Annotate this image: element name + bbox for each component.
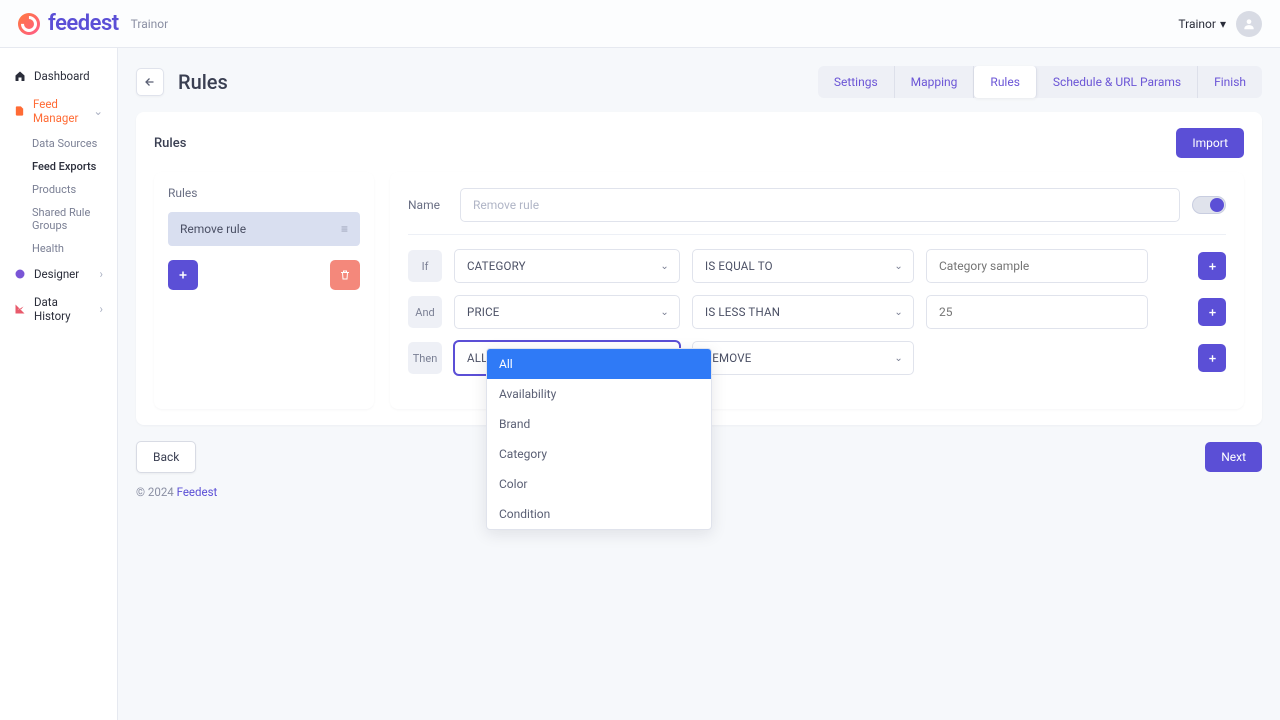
dropdown-option[interactable]: Category <box>487 439 711 469</box>
topbar: feedest Trainor Trainor ▾ <box>0 0 1280 48</box>
name-label: Name <box>408 198 448 212</box>
chevron-down-icon: ⌄ <box>894 307 903 318</box>
nav-feed-manager[interactable]: Feed Manager ⌄ <box>0 90 117 132</box>
rule-editor-panel: Name If CATEGORY⌄ IS EQUAL TO⌄ And <box>390 172 1244 409</box>
field-dropdown: All Availability Brand Category Color Co… <box>486 348 712 530</box>
condition-row-if: If CATEGORY⌄ IS EQUAL TO⌄ <box>408 249 1226 283</box>
rule-item-label: Remove rule <box>180 222 246 236</box>
divider <box>408 234 1226 235</box>
dropdown-option[interactable]: Brand <box>487 409 711 439</box>
rule-enabled-toggle[interactable] <box>1192 196 1226 214</box>
tab-mapping[interactable]: Mapping <box>895 66 975 98</box>
tab-finish[interactable]: Finish <box>1198 66 1262 98</box>
chevron-right-icon: › <box>100 267 103 281</box>
value-input[interactable] <box>926 249 1148 283</box>
nav-shared-rule-groups[interactable]: Shared Rule Groups <box>0 201 117 237</box>
dropdown-scroll[interactable]: All Availability Brand Category Color Co… <box>487 349 711 530</box>
chevron-down-icon: ⌄ <box>93 104 103 118</box>
operator-select[interactable]: IS LESS THAN⌄ <box>692 295 914 329</box>
nav-label: Data History <box>34 295 92 323</box>
logo-text: feedest <box>48 11 119 36</box>
action-select[interactable]: REMOVE⌄ <box>692 341 914 375</box>
dropdown-option[interactable]: Description <box>487 529 711 530</box>
workspace-label: Trainor <box>131 17 169 31</box>
next-button[interactable]: Next <box>1205 442 1262 472</box>
operator-select[interactable]: IS EQUAL TO⌄ <box>692 249 914 283</box>
nav-data-history[interactable]: Data History › <box>0 288 117 330</box>
add-rule-button[interactable] <box>168 260 198 290</box>
rules-list-title: Rules <box>168 186 360 200</box>
if-badge: If <box>408 250 442 282</box>
tab-schedule[interactable]: Schedule & URL Params <box>1037 66 1198 98</box>
dropdown-option[interactable]: Color <box>487 469 711 499</box>
chevron-down-icon: ⌄ <box>660 307 669 318</box>
nav-feed-exports[interactable]: Feed Exports <box>0 155 117 178</box>
plus-icon <box>1207 307 1218 318</box>
then-badge: Then <box>408 342 442 374</box>
palette-icon <box>14 268 26 280</box>
add-condition-button[interactable] <box>1198 252 1226 280</box>
dropdown-option[interactable]: Condition <box>487 499 711 529</box>
back-button[interactable]: Back <box>136 441 196 473</box>
chart-icon <box>14 303 26 315</box>
trash-icon <box>339 269 351 281</box>
caret-down-icon: ▾ <box>1220 17 1226 31</box>
value-input[interactable] <box>926 295 1148 329</box>
dropdown-option[interactable]: Availability <box>487 379 711 409</box>
card-title: Rules <box>154 136 186 151</box>
nav-designer[interactable]: Designer › <box>0 260 117 288</box>
user-name: Trainor <box>1178 17 1216 31</box>
rule-name-input[interactable] <box>460 188 1180 222</box>
page-title: Rules <box>178 70 228 94</box>
nav-label: Feed Manager <box>33 97 85 125</box>
chevron-right-icon: › <box>100 302 103 316</box>
chevron-down-icon: ⌄ <box>894 261 903 272</box>
rules-list-panel: Rules Remove rule ≡ <box>154 172 374 409</box>
arrow-left-icon <box>144 76 156 88</box>
nav-label: Dashboard <box>34 69 90 83</box>
import-button[interactable]: Import <box>1176 128 1244 158</box>
back-arrow-button[interactable] <box>136 68 164 96</box>
main-content: Rules Settings Mapping Rules Schedule & … <box>118 48 1280 720</box>
and-badge: And <box>408 296 442 328</box>
field-select[interactable]: CATEGORY⌄ <box>454 249 680 283</box>
nav-health[interactable]: Health <box>0 237 117 260</box>
delete-rule-button[interactable] <box>330 260 360 290</box>
user-icon <box>1242 17 1256 31</box>
brand-link[interactable]: Feedest <box>177 485 218 499</box>
user-menu[interactable]: Trainor ▾ <box>1178 17 1226 31</box>
file-icon <box>14 105 25 117</box>
rule-item[interactable]: Remove rule ≡ <box>168 212 360 246</box>
plus-icon <box>177 269 189 281</box>
plus-icon <box>1207 261 1218 272</box>
logo-icon <box>18 13 40 35</box>
dropdown-option[interactable]: All <box>487 349 711 379</box>
rules-card: Rules Import Rules Remove rule ≡ <box>136 112 1262 425</box>
tab-rules[interactable]: Rules <box>974 66 1036 98</box>
nav-dashboard[interactable]: Dashboard <box>0 62 117 90</box>
add-condition-button[interactable] <box>1198 298 1226 326</box>
sidebar: Dashboard Feed Manager ⌄ Data Sources Fe… <box>0 48 118 720</box>
tabset: Settings Mapping Rules Schedule & URL Pa… <box>818 66 1262 98</box>
plus-icon <box>1207 353 1218 364</box>
chevron-down-icon: ⌄ <box>894 353 903 364</box>
logo[interactable]: feedest Trainor <box>18 11 168 36</box>
nav-products[interactable]: Products <box>0 178 117 201</box>
add-action-button[interactable] <box>1198 344 1226 372</box>
drag-handle-icon[interactable]: ≡ <box>341 222 348 236</box>
home-icon <box>14 70 26 82</box>
nav-label: Designer <box>34 267 79 281</box>
chevron-down-icon: ⌄ <box>660 261 669 272</box>
nav-data-sources[interactable]: Data Sources <box>0 132 117 155</box>
tab-settings[interactable]: Settings <box>818 66 895 98</box>
avatar[interactable] <box>1236 11 1262 37</box>
field-select[interactable]: PRICE⌄ <box>454 295 680 329</box>
condition-row-and: And PRICE⌄ IS LESS THAN⌄ <box>408 295 1226 329</box>
